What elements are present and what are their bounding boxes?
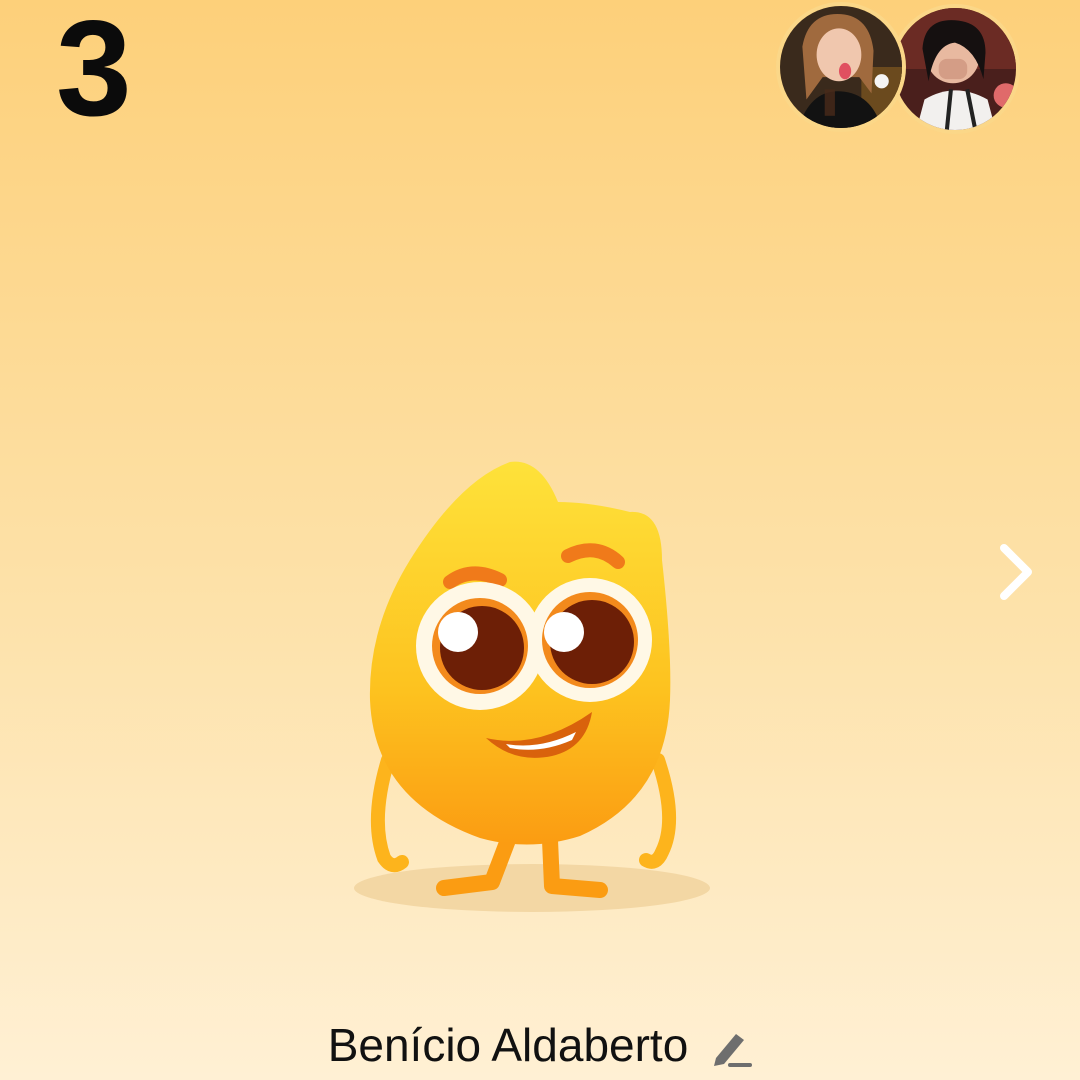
profile-name[interactable]: Benício Aldaberto (328, 1018, 689, 1072)
mascot-right-eye (528, 578, 652, 702)
mascot-character (354, 461, 710, 912)
profile-name-row: Benício Aldaberto (0, 1018, 1080, 1072)
mascot-left-eye (416, 582, 544, 710)
pencil-icon[interactable] (710, 1026, 753, 1068)
friend-avatar-2[interactable] (890, 4, 1020, 134)
chevron-right-icon[interactable] (990, 540, 1040, 604)
mascot-left-leg (436, 832, 516, 896)
avatar-photo-1 (780, 6, 902, 128)
avatar-photo-2 (894, 8, 1016, 130)
friend-avatar-1[interactable] (776, 2, 906, 132)
friend-avatars (0, 0, 1080, 140)
mascot-shadow (354, 864, 710, 912)
